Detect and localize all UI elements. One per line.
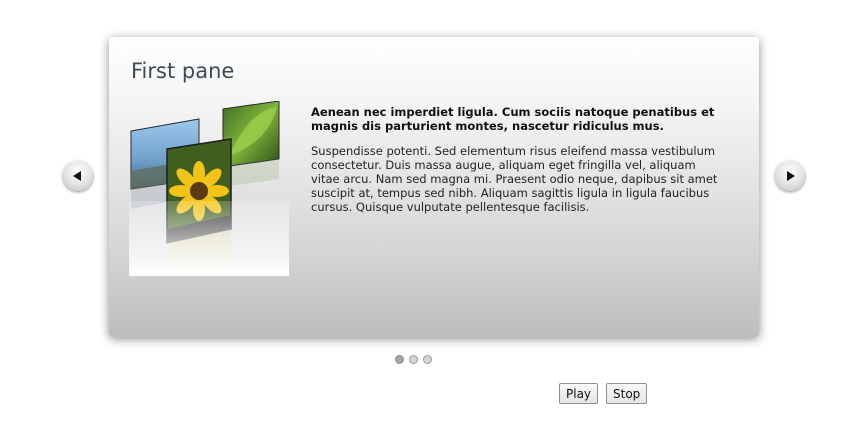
pane-title: First pane [131, 59, 235, 83]
stop-button[interactable]: Stop [606, 383, 648, 404]
pager-dot-3[interactable] [423, 355, 432, 364]
next-pane-button[interactable] [775, 161, 805, 191]
pager-dot-1[interactable] [395, 355, 404, 364]
pager-dot-2[interactable] [409, 355, 418, 364]
pane-body-text: Suspendisse potenti. Sed elementum risus… [311, 144, 718, 214]
play-button[interactable]: Play [559, 383, 599, 404]
arrow-right-icon [787, 171, 795, 181]
pane-lead-text: Aenean nec imperdiet ligula. Cum sociis … [311, 105, 715, 133]
arrow-left-icon [73, 171, 81, 181]
pane-text: Aenean nec imperdiet ligula. Cum sociis … [311, 105, 721, 225]
slider-pane: First pane Aenean nec imperdiet ligula. … [109, 37, 759, 337]
previous-pane-button[interactable] [63, 161, 93, 191]
photo-stack-icon [129, 101, 289, 276]
